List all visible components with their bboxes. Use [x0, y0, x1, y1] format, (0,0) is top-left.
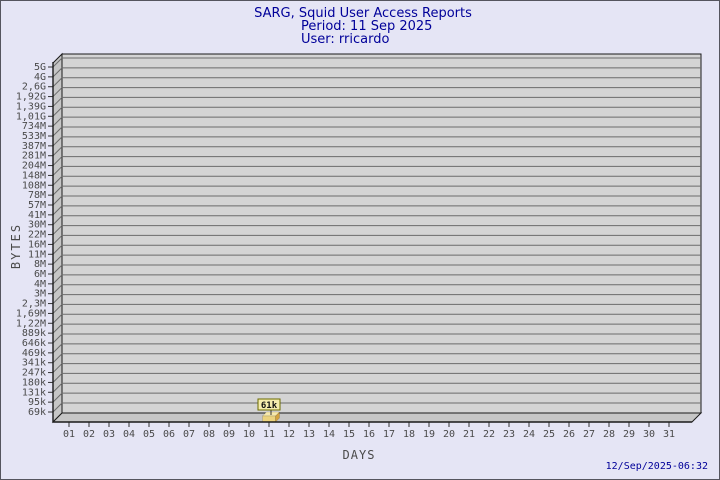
x-tick-label: 13: [303, 429, 315, 440]
x-tick-label: 25: [543, 429, 555, 440]
x-tick-label: 05: [143, 429, 155, 440]
x-tick-label: 19: [423, 429, 435, 440]
plot-floor: [53, 413, 701, 422]
x-tick-label: 12: [283, 429, 295, 440]
x-tick-label: 11: [263, 429, 275, 440]
x-tick-label: 10: [243, 429, 255, 440]
x-tick-label: 21: [463, 429, 475, 440]
x-tick-label: 02: [83, 429, 95, 440]
x-axis-ticks: 01 02 03 04 05 06 07 08 09 10 11 12 13 14 15 16 17 18 19 20…: [63, 422, 675, 440]
y-tick-label: 69k: [28, 407, 46, 418]
x-tick-label: 03: [103, 429, 115, 440]
plot-back-wall: [62, 54, 701, 413]
x-tick-label: 01: [63, 429, 75, 440]
x-tick-label: 06: [163, 429, 175, 440]
x-tick-label: 16: [363, 429, 375, 440]
generation-timestamp: 12/Sep/2025-06:32: [606, 461, 708, 472]
x-tick-label: 22: [483, 429, 495, 440]
y-axis-title: BYTES: [9, 223, 23, 269]
x-tick-label: 15: [343, 429, 355, 440]
x-tick-label: 24: [523, 429, 535, 440]
x-tick-label: 27: [583, 429, 595, 440]
bar-day-11: [263, 416, 276, 422]
x-tick-label: 14: [323, 429, 335, 440]
x-tick-label: 18: [403, 429, 415, 440]
x-tick-label: 30: [643, 429, 655, 440]
report-user: User: rricardo: [301, 32, 389, 47]
x-tick-label: 07: [183, 429, 195, 440]
x-tick-label: 31: [663, 429, 675, 440]
x-tick-label: 26: [563, 429, 575, 440]
x-tick-label: 28: [603, 429, 615, 440]
bar-value-label: 61k: [261, 401, 278, 411]
x-tick-label: 29: [623, 429, 635, 440]
x-axis-title: DAYS: [343, 448, 376, 462]
x-tick-label: 04: [123, 429, 135, 440]
sarg-report-page: SARG, Squid User Access Reports Period: …: [0, 0, 720, 480]
sarg-report-chart: SARG, Squid User Access Reports Period: …: [1, 1, 719, 479]
x-tick-label: 09: [223, 429, 235, 440]
x-tick-label: 23: [503, 429, 515, 440]
x-tick-label: 20: [443, 429, 455, 440]
x-tick-label: 17: [383, 429, 395, 440]
x-tick-label: 08: [203, 429, 215, 440]
